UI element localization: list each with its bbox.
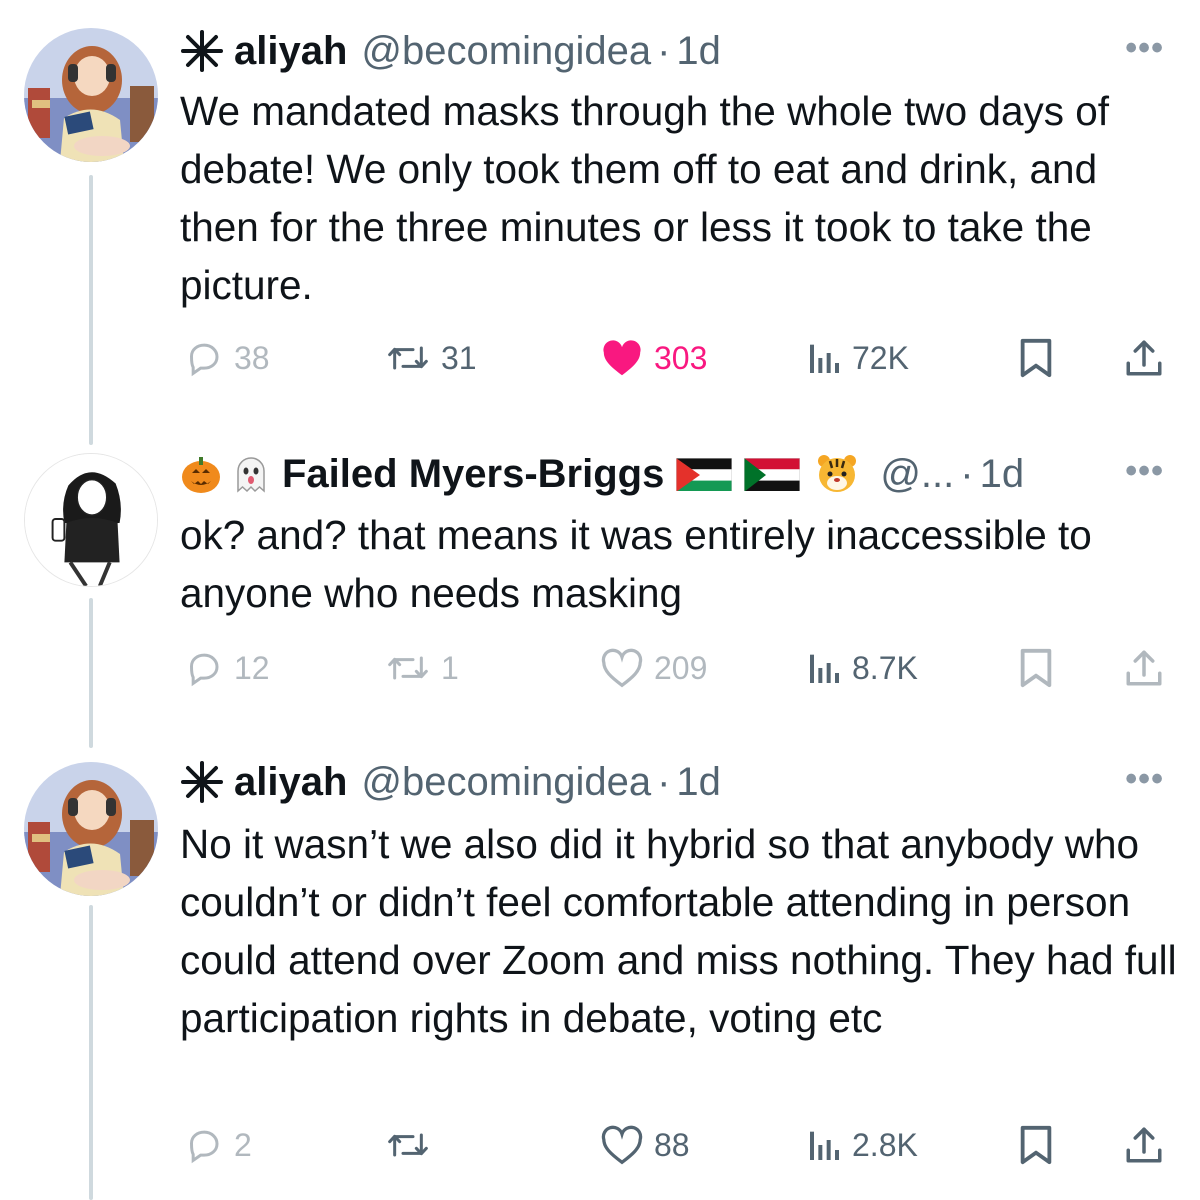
share-icon xyxy=(1126,340,1162,376)
reply-count: 2 xyxy=(234,1126,252,1163)
display-name[interactable]: aliyah xyxy=(234,760,347,805)
like-count: 303 xyxy=(654,339,708,376)
tweet-text: No it wasn’t we also did it hybrid so th… xyxy=(180,821,1177,1041)
bookmark-button[interactable] xyxy=(1018,333,1054,383)
thread-line xyxy=(89,175,93,445)
like-count: 209 xyxy=(654,649,708,686)
palestine-flag xyxy=(676,457,733,491)
more-icon[interactable]: ••• xyxy=(1125,452,1164,491)
separator-dot: · xyxy=(960,451,974,496)
timestamp[interactable]: 1d xyxy=(676,29,721,74)
user-handle[interactable]: @becomingidea xyxy=(361,760,651,805)
reply-count: 38 xyxy=(234,339,270,376)
views-icon xyxy=(810,654,839,683)
tiger-emoji xyxy=(818,455,857,492)
tweet-header: aliyah @becomingidea · 1d ••• xyxy=(180,752,1164,812)
bookmark-button[interactable] xyxy=(1018,643,1054,693)
avatar[interactable] xyxy=(24,453,158,587)
sudan-flag xyxy=(744,457,801,491)
retweet-button[interactable]: 1 xyxy=(385,643,459,693)
timestamp[interactable]: 1d xyxy=(980,452,1025,497)
share-button[interactable] xyxy=(1124,643,1164,693)
like-icon xyxy=(603,340,641,376)
share-button[interactable] xyxy=(1124,1120,1164,1170)
reply-button[interactable]: 38 xyxy=(184,333,270,383)
like-icon xyxy=(601,648,643,688)
views-button[interactable]: 2.8K xyxy=(808,1120,918,1170)
separator-dot: · xyxy=(657,28,671,73)
tweet-header: Failed Myers-Briggs @... · 1d ••• xyxy=(180,444,1164,504)
bookmark-icon xyxy=(1020,1125,1052,1165)
ghost-emoji xyxy=(237,457,265,493)
avatar[interactable] xyxy=(24,762,158,896)
tweet-header: aliyah @becomingidea · 1d ••• xyxy=(180,21,1164,81)
share-icon xyxy=(1126,1127,1162,1163)
thread-line xyxy=(89,598,93,748)
bookmark-button[interactable] xyxy=(1018,1120,1054,1170)
display-name[interactable]: aliyah xyxy=(234,29,347,74)
views-count: 2.8K xyxy=(852,1126,918,1163)
views-count: 8.7K xyxy=(852,649,918,686)
retweet-icon xyxy=(388,1133,428,1157)
asterisk-icon xyxy=(181,30,223,72)
thread-line xyxy=(89,905,93,1200)
action-bar: 12 1 209 8.7K xyxy=(180,643,1180,693)
reply-count: 12 xyxy=(234,649,270,686)
retweet-button[interactable] xyxy=(385,1120,441,1170)
share-button[interactable] xyxy=(1124,333,1164,383)
like-button[interactable]: 209 xyxy=(600,643,707,693)
views-button[interactable]: 72K xyxy=(808,333,909,383)
retweet-count: 1 xyxy=(441,649,459,686)
reply-button[interactable]: 2 xyxy=(184,1120,252,1170)
user-handle[interactable]: @... xyxy=(880,452,954,497)
like-icon xyxy=(601,1125,643,1165)
like-count: 88 xyxy=(654,1126,690,1163)
avatar[interactable] xyxy=(24,28,158,162)
pumpkin-emoji xyxy=(182,457,220,493)
like-button[interactable]: 303 xyxy=(600,333,707,383)
asterisk-icon xyxy=(181,761,223,803)
retweet-button[interactable]: 31 xyxy=(385,333,477,383)
views-count: 72K xyxy=(852,339,909,376)
separator-dot: · xyxy=(657,759,671,804)
more-icon[interactable]: ••• xyxy=(1125,29,1164,68)
retweet-icon xyxy=(388,656,428,680)
display-name[interactable]: Failed Myers-Briggs xyxy=(282,452,664,497)
tweet-text: We mandated masks through the whole two … xyxy=(180,88,1110,308)
action-bar: 38 31 303 72K xyxy=(180,333,1180,383)
user-handle[interactable]: @becomingidea xyxy=(361,29,651,74)
timestamp[interactable]: 1d xyxy=(676,760,721,805)
retweet-count: 31 xyxy=(441,339,477,376)
views-button[interactable]: 8.7K xyxy=(808,643,918,693)
bookmark-icon xyxy=(1020,648,1052,688)
more-icon[interactable]: ••• xyxy=(1125,760,1164,799)
bookmark-icon xyxy=(1020,338,1052,378)
tweet-text: ok? and? that means it was entirely inac… xyxy=(180,512,1092,616)
views-icon xyxy=(810,344,839,373)
views-icon xyxy=(810,1131,839,1160)
reply-button[interactable]: 12 xyxy=(184,643,270,693)
share-icon xyxy=(1126,650,1162,686)
reply-icon xyxy=(189,1130,219,1164)
retweet-icon xyxy=(388,346,428,370)
action-bar: 2 88 2.8K xyxy=(180,1120,1180,1170)
reply-icon xyxy=(189,653,219,687)
reply-icon xyxy=(189,343,219,377)
like-button[interactable]: 88 xyxy=(600,1120,690,1170)
